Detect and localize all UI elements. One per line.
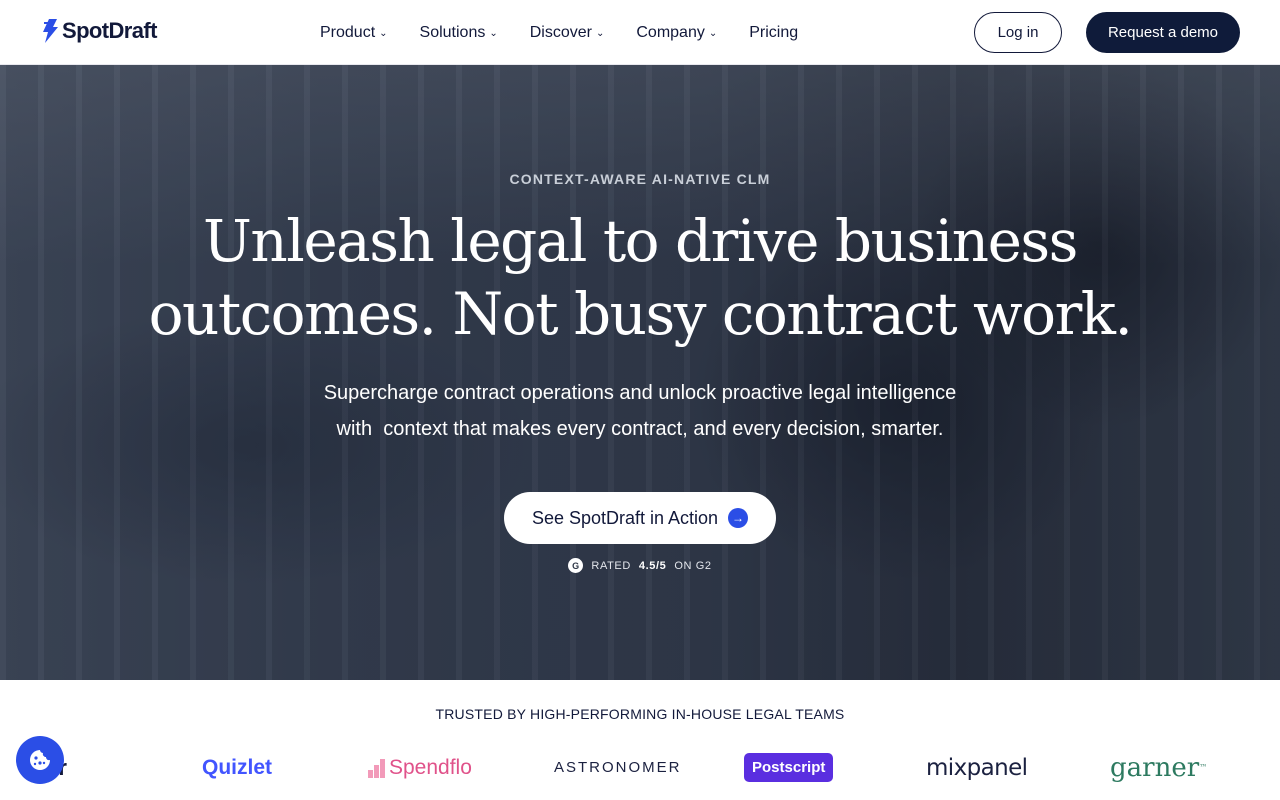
subheading-line-2: with context that makes every contract, …: [336, 418, 944, 440]
chevron-down-icon: ⌄: [379, 28, 388, 39]
nav-item-pricing[interactable]: Pricing: [749, 24, 798, 42]
hero-section: CONTEXT-AWARE AI-NATIVE CLM Unleash lega…: [0, 65, 1280, 680]
cta-label: See SpotDraft in Action: [531, 507, 719, 528]
arrow-right-icon: →: [728, 508, 749, 528]
customer-logo-spendflo: Spendflo: [368, 745, 472, 790]
nav-item-label: Product: [320, 23, 376, 41]
see-in-action-button[interactable]: See SpotDraft in Action →: [504, 492, 776, 544]
cookie-settings-button[interactable]: [16, 736, 64, 784]
nav-item-solutions[interactable]: Solutions ⌄: [420, 24, 498, 42]
g2-logo-icon: G: [568, 558, 584, 573]
rating-suffix: ON G2: [674, 559, 712, 572]
cookie-icon: [30, 750, 50, 770]
nav-item-discover[interactable]: Discover ⌄: [530, 24, 605, 42]
customer-logos: ler Quizlet Spendflo ASTRONOMER Postscri…: [0, 745, 1280, 790]
headline-line-1: Unleash legal to drive business: [203, 207, 1078, 275]
nav-item-product[interactable]: Product ⌄: [320, 24, 388, 42]
request-demo-button[interactable]: Request a demo: [1086, 12, 1240, 53]
hero-headline: Unleash legal to drive business outcomes…: [140, 205, 1140, 351]
customer-logo-garner: garner ™: [1110, 745, 1207, 790]
rating-prefix: RATED: [591, 559, 631, 572]
rating-value: 4.5/5: [638, 559, 667, 572]
chevron-down-icon: ⌄: [708, 28, 718, 39]
g2-rating: G RATED 4.5/5 ON G2: [0, 558, 1280, 573]
nav-item-label: Solutions: [419, 23, 486, 41]
nav-item-label: Discover: [529, 23, 592, 41]
top-navigation: SpotDraft Product ⌄ Solutions ⌄ Discover…: [0, 0, 1280, 65]
customer-logo-astronomer: ASTRONOMER: [554, 759, 682, 776]
spendflo-wordmark: Spendflo: [389, 755, 472, 779]
spendflo-mark-icon: [368, 758, 385, 778]
hero-subheading: Supercharge contract operations and unlo…: [240, 375, 1040, 447]
hero-overlay: [0, 65, 1280, 680]
trusted-by-heading: TRUSTED BY HIGH-PERFORMING IN-HOUSE LEGA…: [435, 706, 845, 722]
spotdraft-bolt-icon: [43, 19, 58, 43]
chevron-down-icon: ⌄: [595, 28, 605, 39]
subheading-line-1: Supercharge contract operations and unlo…: [323, 382, 957, 404]
garner-wordmark: garner: [1110, 752, 1200, 783]
spotdraft-logo[interactable]: SpotDraft: [40, 18, 157, 44]
nav-item-company[interactable]: Company ⌄: [636, 24, 717, 42]
customer-logo-postscript: Postscript: [744, 753, 834, 782]
nav-item-label: Company: [636, 23, 705, 41]
hero-eyebrow: CONTEXT-AWARE AI-NATIVE CLM: [509, 171, 771, 187]
customer-logo-mixpanel: mixpanel: [926, 754, 1028, 781]
logo-wordmark: SpotDraft: [62, 18, 157, 43]
chevron-down-icon: ⌄: [489, 28, 498, 39]
customer-logo-quizlet: Quizlet: [202, 755, 273, 779]
main-menu: Product ⌄ Solutions ⌄ Discover ⌄ Company…: [320, 0, 830, 65]
nav-item-label: Pricing: [749, 23, 799, 41]
login-button[interactable]: Log in: [974, 12, 1062, 53]
trademark-mark: ™: [1199, 763, 1208, 772]
headline-line-2: outcomes. Not busy contract work.: [148, 280, 1133, 348]
